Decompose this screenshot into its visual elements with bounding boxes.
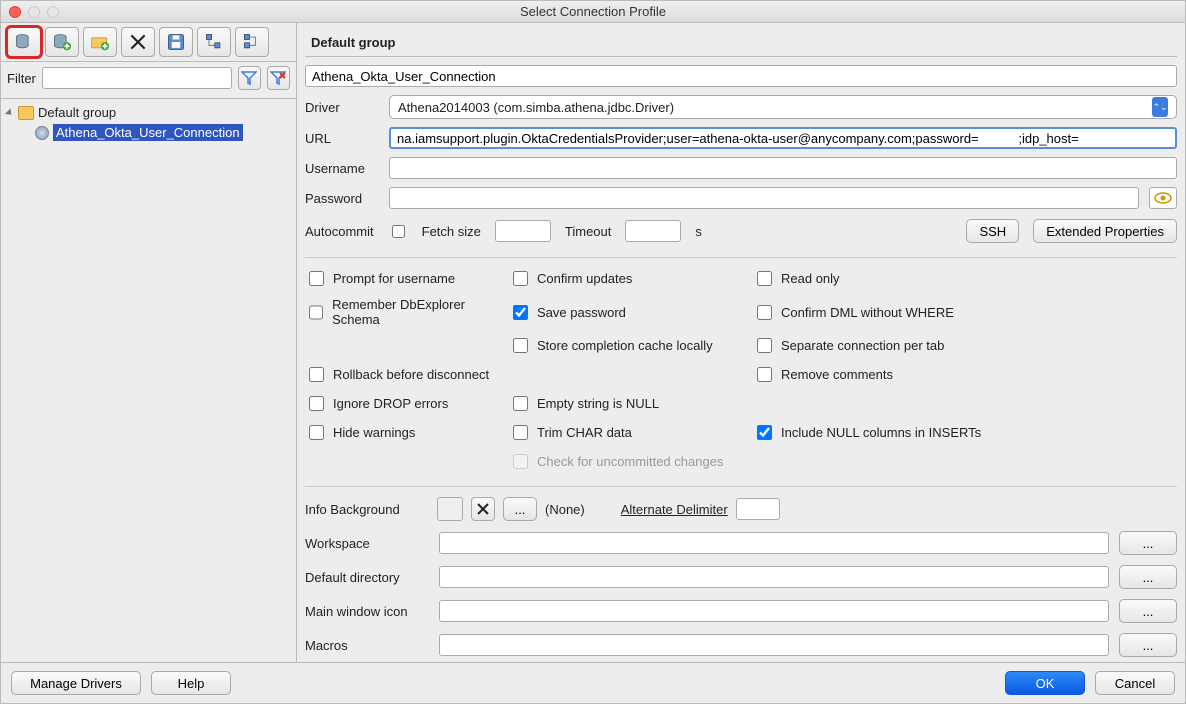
tree-profile-row[interactable]: Athena_Okta_User_Connection [1, 122, 296, 143]
delete-x-icon [128, 32, 148, 52]
manage-drivers-button[interactable]: Manage Drivers [11, 671, 141, 695]
macros-label: Macros [305, 638, 429, 653]
filter-input[interactable] [42, 67, 232, 89]
window-minimize-icon [28, 6, 40, 18]
timeout-input[interactable] [625, 220, 681, 242]
read-only-checkbox[interactable]: Read only [753, 268, 1053, 289]
trim-char-checkbox[interactable]: Trim CHAR data [509, 422, 749, 443]
collapse-all-button[interactable] [235, 27, 269, 57]
clear-bg-button[interactable] [471, 497, 495, 521]
separate-connection-checkbox[interactable]: Separate connection per tab [753, 335, 1053, 356]
db-copy-icon [52, 32, 72, 52]
save-password-checkbox[interactable]: Save password [509, 297, 749, 327]
workspace-browse-button[interactable]: ... [1119, 531, 1177, 555]
ok-button[interactable]: OK [1005, 671, 1085, 695]
alternate-delimiter-label: Alternate Delimiter [621, 502, 728, 517]
funnel-icon [241, 70, 257, 86]
window-maximize-icon [47, 6, 59, 18]
url-input[interactable] [389, 127, 1177, 149]
default-dir-label: Default directory [305, 570, 429, 585]
info-background-label: Info Background [305, 502, 429, 517]
ssh-button[interactable]: SSH [966, 219, 1019, 243]
timeout-unit: s [695, 224, 702, 239]
store-cache-checkbox[interactable]: Store completion cache locally [509, 335, 749, 356]
show-password-button[interactable] [1149, 187, 1177, 209]
password-input[interactable] [389, 187, 1139, 209]
details-header: Default group [305, 27, 1177, 57]
empty-null-checkbox[interactable]: Empty string is NULL [509, 393, 749, 414]
hide-warnings-checkbox[interactable]: Hide warnings [305, 422, 505, 443]
timeout-label: Timeout [565, 224, 611, 239]
cancel-button[interactable]: Cancel [1095, 671, 1175, 695]
x-icon [476, 502, 490, 516]
check-uncommitted-checkbox: Check for uncommitted changes [509, 451, 749, 472]
folder-add-icon [90, 32, 110, 52]
workspace-label: Workspace [305, 536, 429, 551]
default-dir-browse-button[interactable]: ... [1119, 565, 1177, 589]
dropdown-caret-icon: ⌃⌄ [1152, 97, 1168, 117]
autocommit-checkbox[interactable] [392, 225, 405, 238]
fetch-size-input[interactable] [495, 220, 551, 242]
copy-profile-button[interactable] [45, 27, 79, 57]
rollback-checkbox[interactable]: Rollback before disconnect [305, 364, 505, 385]
profile-label: Athena_Okta_User_Connection [53, 124, 243, 141]
main-icon-input[interactable] [439, 600, 1109, 622]
choose-bg-button[interactable]: ... [503, 497, 537, 521]
url-label: URL [305, 131, 379, 146]
main-icon-label: Main window icon [305, 604, 429, 619]
disclosure-triangle-icon[interactable] [5, 108, 14, 117]
filter-label: Filter [7, 71, 36, 86]
password-label: Password [305, 191, 379, 206]
driver-select[interactable]: Athena2014003 (com.simba.athena.jdbc.Dri… [389, 95, 1177, 119]
alternate-delimiter-input[interactable] [736, 498, 780, 520]
collapse-tree-icon [242, 32, 262, 52]
username-label: Username [305, 161, 379, 176]
ignore-drop-checkbox[interactable]: Ignore DROP errors [305, 393, 505, 414]
window-close-icon[interactable] [9, 6, 21, 18]
confirm-updates-checkbox[interactable]: Confirm updates [509, 268, 749, 289]
username-input[interactable] [389, 157, 1177, 179]
save-button[interactable] [159, 27, 193, 57]
group-label: Default group [38, 105, 116, 120]
clear-filter-button[interactable] [267, 66, 290, 90]
new-folder-button[interactable] [83, 27, 117, 57]
confirm-dml-checkbox[interactable]: Confirm DML without WHERE [753, 297, 1053, 327]
fetch-size-label: Fetch size [422, 224, 481, 239]
remember-schema-checkbox[interactable]: Remember DbExplorer Schema [305, 297, 505, 327]
eye-icon [1154, 192, 1172, 204]
macros-input[interactable] [439, 634, 1109, 656]
funnel-clear-icon [270, 70, 286, 86]
profile-tree: Default group Athena_Okta_User_Connectio… [1, 99, 296, 662]
save-icon [166, 32, 186, 52]
driver-label: Driver [305, 100, 379, 115]
help-button[interactable]: Help [151, 671, 231, 695]
database-icon [35, 126, 49, 140]
include-null-checkbox[interactable]: Include NULL columns in INSERTs [753, 422, 1053, 443]
extended-properties-button[interactable]: Extended Properties [1033, 219, 1177, 243]
expand-tree-icon [204, 32, 224, 52]
remove-comments-checkbox[interactable]: Remove comments [753, 364, 1053, 385]
default-dir-input[interactable] [439, 566, 1109, 588]
info-background-none: (None) [545, 502, 585, 517]
main-icon-browse-button[interactable]: ... [1119, 599, 1177, 623]
profile-name-input[interactable] [305, 65, 1177, 87]
delete-profile-button[interactable] [121, 27, 155, 57]
workspace-input[interactable] [439, 532, 1109, 554]
window-title: Select Connection Profile [9, 4, 1177, 19]
driver-value: Athena2014003 (com.simba.athena.jdbc.Dri… [398, 100, 674, 115]
apply-filter-button[interactable] [238, 66, 261, 90]
expand-all-button[interactable] [197, 27, 231, 57]
tree-group-row[interactable]: Default group [1, 103, 296, 122]
folder-icon [18, 106, 34, 120]
prompt-username-checkbox[interactable]: Prompt for username [305, 268, 505, 289]
autocommit-label: Autocommit [305, 224, 374, 239]
info-background-swatch[interactable] [437, 497, 463, 521]
macros-browse-button[interactable]: ... [1119, 633, 1177, 657]
new-profile-button[interactable] [7, 27, 41, 57]
db-add-icon [14, 32, 34, 52]
